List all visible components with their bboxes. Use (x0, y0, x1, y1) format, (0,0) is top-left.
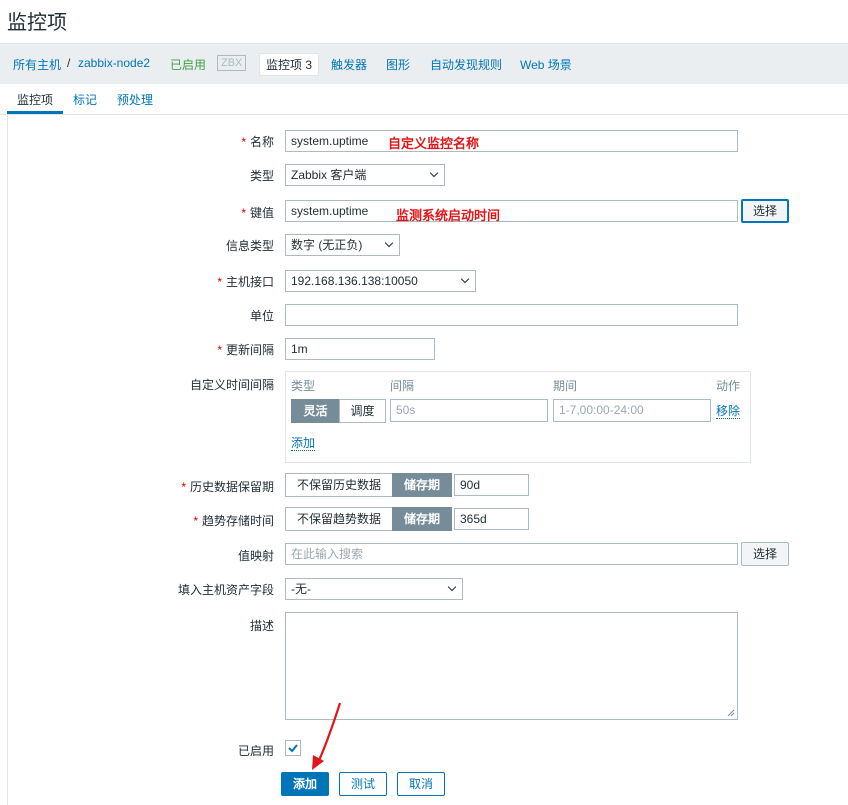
form-border (7, 114, 8, 805)
checkmark-icon (288, 744, 298, 753)
history-input[interactable]: 90d (454, 474, 529, 496)
history-do-not-keep[interactable]: 不保留历史数据 (285, 473, 393, 497)
custom-interval-input[interactable]: 50s (390, 399, 548, 422)
required-marker: * (241, 135, 246, 149)
col-period-header: 期间 (553, 379, 578, 393)
units-input[interactable] (285, 304, 738, 326)
key-select-button[interactable]: 选择 (741, 199, 789, 223)
valuemap-search-input[interactable]: 在此输入搜索 (285, 543, 738, 565)
enabled-label: 已启用 (237, 744, 274, 758)
key-label: * 键值 (241, 206, 274, 220)
type-select[interactable]: Zabbix 客户端 (285, 164, 445, 186)
tab-preprocessing[interactable]: 预处理 (117, 91, 153, 108)
valuemap-label: 值映射 (237, 549, 274, 563)
key-annotation: 监测系统启动时间 (396, 208, 501, 223)
description-label: 描述 (249, 619, 274, 633)
cancel-button[interactable]: 取消 (397, 772, 445, 796)
interval-label: * 更新间隔 (217, 343, 274, 357)
history-label: * 历史数据保留期 (181, 480, 274, 494)
trends-do-not-keep[interactable]: 不保留趋势数据 (285, 507, 393, 531)
info-type-label: 信息类型 (225, 239, 274, 253)
tab-tags[interactable]: 标记 (73, 91, 97, 108)
nav-graphs[interactable]: 图形 (386, 56, 410, 73)
breadcrumb-all-hosts[interactable]: 所有主机 (13, 56, 61, 73)
col-type-header: 类型 (291, 379, 316, 393)
scheduling-toggle[interactable]: 调度 (339, 399, 386, 423)
nav-discovery-rules[interactable]: 自动发现规则 (430, 56, 502, 73)
add-interval-link[interactable]: 添加 (291, 436, 316, 451)
col-interval-header: 间隔 (390, 379, 415, 393)
trends-label: * 趋势存储时间 (193, 514, 274, 528)
active-tab-indicator (7, 111, 63, 114)
history-storage-period[interactable]: 储存期 (392, 473, 452, 497)
breadcrumb-separator: / (67, 56, 71, 70)
remove-interval-link[interactable]: 移除 (716, 404, 741, 419)
page-title: 监控项 (7, 12, 67, 34)
interface-label: * 主机接口 (217, 275, 274, 289)
tab-item[interactable]: 监控项 (17, 91, 53, 108)
name-annotation: 自定义监控名称 (388, 136, 480, 151)
flexible-toggle[interactable]: 灵活 (291, 399, 340, 423)
red-arrow-annotation-icon (312, 702, 342, 770)
name-input[interactable]: system.uptime (285, 130, 738, 152)
type-label: 类型 (249, 169, 274, 183)
valuemap-select-button[interactable]: 选择 (741, 542, 789, 566)
info-type-select[interactable]: 数字 (无正负) (285, 234, 400, 256)
key-input[interactable]: system.uptime (285, 200, 738, 222)
breadcrumb-host[interactable]: zabbix-node2 (78, 56, 150, 70)
resize-grip-icon[interactable] (727, 709, 735, 717)
description-textarea[interactable] (285, 612, 738, 720)
inventory-label: 填入主机资产字段 (177, 583, 274, 597)
col-action-header: 动作 (716, 379, 741, 393)
add-button[interactable]: 添加 (281, 772, 329, 796)
inventory-select[interactable]: -无- (285, 578, 463, 600)
nav-items-tab[interactable]: 监控项 3 (259, 53, 320, 76)
custom-period-input[interactable]: 1-7,00:00-24:00 (553, 399, 711, 422)
trends-input[interactable]: 365d (454, 508, 529, 530)
custom-intervals-label: 自定义时间间隔 (189, 378, 274, 392)
test-button[interactable]: 测试 (339, 772, 387, 796)
zbx-availability-badge: ZBX (217, 55, 247, 71)
nav-triggers[interactable]: 触发器 (331, 56, 367, 73)
nav-web-scenarios[interactable]: Web 场景 (520, 56, 572, 73)
units-label: 单位 (249, 309, 274, 323)
name-label: * 名称 (241, 135, 274, 149)
interface-select[interactable]: 192.168.136.138:10050 (285, 270, 476, 292)
enabled-checkbox[interactable] (285, 740, 301, 756)
interval-input[interactable]: 1m (285, 338, 435, 360)
host-status-enabled[interactable]: 已启用 (170, 56, 206, 73)
trends-storage-period[interactable]: 储存期 (392, 507, 452, 531)
